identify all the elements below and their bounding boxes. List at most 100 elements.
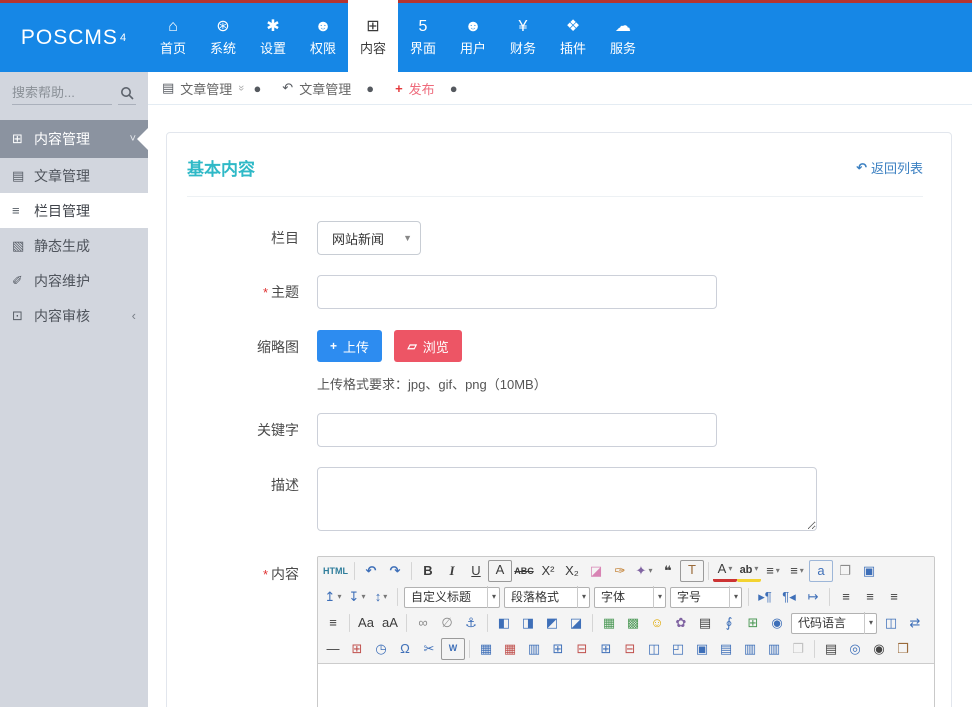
tb-merge-down-icon[interactable]: ▤ — [714, 638, 738, 660]
tb-remote-image-icon[interactable]: ⇄ — [903, 612, 927, 634]
tb-font-family-select[interactable]: 字体 — [594, 587, 666, 608]
tb-media-icon[interactable]: ▤ — [693, 612, 717, 634]
tb-font-color-icon[interactable]: A — [713, 560, 737, 582]
tb-preview-icon[interactable]: ◎ — [843, 638, 867, 660]
tb-image-float-right-icon[interactable]: ◨ — [516, 612, 540, 634]
breadcrumb-dot[interactable]: ● — [253, 81, 273, 96]
tb-paste-icon[interactable]: ❒ — [891, 638, 915, 660]
nav-item-settings[interactable]: ✱ 设置 — [248, 3, 298, 72]
breadcrumb-publish[interactable]: + 发布 — [395, 79, 441, 98]
subject-input[interactable] — [317, 275, 717, 309]
nav-item-interface[interactable]: 5 界面 — [398, 3, 448, 72]
tb-fullscreen-icon[interactable]: ▣ — [857, 560, 881, 582]
tb-paragraph-spacing-icon[interactable]: ↧ — [345, 586, 369, 608]
tb-new-page-icon[interactable]: ❐ — [833, 560, 857, 582]
sidebar-item-review[interactable]: ⊡ 内容审核 ‹ — [0, 298, 148, 333]
tb-delete-col-icon[interactable]: ⊟ — [618, 638, 642, 660]
tb-find-icon[interactable]: ◉ — [867, 638, 891, 660]
sidebar-item-columns[interactable]: ≡ 栏目管理 — [0, 193, 148, 228]
editor-body[interactable] — [318, 664, 934, 707]
tb-emoticon-icon[interactable]: ☺ — [645, 612, 669, 634]
tb-unlink-icon[interactable]: ∅ — [435, 612, 459, 634]
tb-layout-icon[interactable]: ◫ — [879, 612, 903, 634]
nav-item-finance[interactable]: ¥ 财务 — [498, 3, 548, 72]
tb-subscript-icon[interactable]: X₂ — [560, 560, 584, 582]
tb-image-bottom-icon[interactable]: ◪ — [564, 612, 588, 634]
tb-indent-icon[interactable]: ↦ — [801, 586, 825, 608]
nav-item-system[interactable]: ⊛ 系统 — [198, 3, 248, 72]
tb-font-border-icon[interactable]: A — [488, 560, 512, 582]
tb-letter-spacing-icon[interactable]: ↥ — [321, 586, 345, 608]
tb-cell-prop-icon[interactable]: ▣ — [690, 638, 714, 660]
description-textarea[interactable] — [317, 467, 817, 531]
tb-inline-code-icon[interactable]: a — [809, 560, 833, 582]
tb-print-icon[interactable]: ▤ — [819, 638, 843, 660]
tb-special-char-icon[interactable]: Ω — [393, 638, 417, 660]
tb-image-float-left-icon[interactable]: ◧ — [492, 612, 516, 634]
tb-undo-icon[interactable]: ↶ — [359, 560, 383, 582]
tb-align-center-icon[interactable]: ≡ — [858, 586, 882, 608]
tb-paragraph-format-select[interactable]: 段落格式 — [504, 587, 590, 608]
tb-anchor-icon[interactable]: ⚓ — [459, 612, 483, 634]
nav-item-plugins[interactable]: ❖ 插件 — [548, 3, 598, 72]
tb-ordered-list-icon[interactable]: ≡ — [761, 560, 785, 582]
search-input[interactable] — [12, 81, 112, 105]
tb-ltr-icon[interactable]: ▸¶ — [753, 586, 777, 608]
upload-button[interactable]: + 上传 — [317, 330, 382, 362]
tb-merge-cells-icon[interactable]: ◫ — [642, 638, 666, 660]
nav-item-services[interactable]: ☁ 服务 — [598, 3, 648, 72]
breadcrumb-articles-back[interactable]: ↶ 文章管理 — [282, 79, 357, 98]
tb-insert-col-icon[interactable]: ⊞ — [594, 638, 618, 660]
tb-align-justify-icon[interactable]: ≡ — [321, 612, 345, 634]
sidebar-item-static[interactable]: ▧ 静态生成 — [0, 228, 148, 263]
tb-graffiti-icon[interactable]: ✿ — [669, 612, 693, 634]
search-icon[interactable] — [118, 82, 136, 105]
tb-cut-paste-icon[interactable]: ✂ — [417, 638, 441, 660]
tb-code-language-select[interactable]: 代码语言 — [791, 613, 877, 634]
tb-page-break-icon[interactable]: ❐ — [786, 638, 810, 660]
tb-font-size-select[interactable]: 字号 — [670, 587, 742, 608]
tb-html-source-icon[interactable]: HTML — [321, 560, 350, 582]
tb-insert-table-icon[interactable]: ▦ — [474, 638, 498, 660]
tb-superscript-icon[interactable]: X² — [536, 560, 560, 582]
breadcrumb-dot[interactable]: ● — [366, 81, 386, 96]
tb-eraser-icon[interactable]: ◪ — [584, 560, 608, 582]
nav-item-users[interactable]: ☻ 用户 — [448, 3, 498, 72]
tb-word-import-icon[interactable]: W — [441, 638, 465, 660]
tb-paste-plain-icon[interactable]: T — [680, 560, 704, 582]
tb-hr-icon[interactable]: — — [321, 638, 345, 660]
tb-table-prop-icon[interactable]: ▥ — [522, 638, 546, 660]
tb-map-icon[interactable]: ⊞ — [741, 612, 765, 634]
tb-image-top-icon[interactable]: ◩ — [540, 612, 564, 634]
tb-link-icon[interactable]: ∞ — [411, 612, 435, 634]
nav-item-home[interactable]: ⌂ 首页 — [148, 3, 198, 72]
category-select[interactable]: 网站新闻 ▼ — [317, 221, 421, 255]
nav-item-permissions[interactable]: ☻ 权限 — [298, 3, 348, 72]
tb-col-prop-icon[interactable]: ▥ — [762, 638, 786, 660]
tb-underline-icon[interactable]: U — [464, 560, 488, 582]
tb-attachment-icon[interactable]: ∮ — [717, 612, 741, 634]
back-to-list-link[interactable]: ↶ 返回列表 — [856, 158, 923, 177]
tb-italic-icon[interactable]: I — [440, 560, 464, 582]
tb-custom-title-select[interactable]: 自定义标题 — [404, 587, 500, 608]
tb-time-icon[interactable]: ◷ — [369, 638, 393, 660]
tb-date-icon[interactable]: ⊞ — [345, 638, 369, 660]
sidebar-item-maintain[interactable]: ✐ 内容维护 — [0, 263, 148, 298]
tb-split-cell-icon[interactable]: ◰ — [666, 638, 690, 660]
tb-bold-icon[interactable]: B — [416, 560, 440, 582]
nav-item-content[interactable]: ⊞ 内容 — [348, 0, 398, 72]
logo[interactable]: POSCMS4 — [0, 3, 148, 72]
tb-image-icon[interactable]: ▦ — [597, 612, 621, 634]
tb-uppercase-icon[interactable]: Aa — [354, 612, 378, 634]
tb-merge-right-icon[interactable]: ▥ — [738, 638, 762, 660]
tb-format-brush-icon[interactable]: ✑ — [608, 560, 632, 582]
tb-highlight-icon[interactable]: ab — [737, 560, 761, 582]
tb-insert-row-icon[interactable]: ⊞ — [546, 638, 570, 660]
tb-delete-row-icon[interactable]: ⊟ — [570, 638, 594, 660]
breadcrumb-dot[interactable]: ● — [450, 81, 470, 96]
sidebar-group-content[interactable]: ⊞ 内容管理 ˅ — [0, 120, 148, 158]
tb-line-height-icon[interactable]: ↕ — [369, 586, 393, 608]
tb-blockquote-icon[interactable]: ❝ — [656, 560, 680, 582]
tb-delete-table-icon[interactable]: ▦ — [498, 638, 522, 660]
tb-rtl-icon[interactable]: ¶◂ — [777, 586, 801, 608]
